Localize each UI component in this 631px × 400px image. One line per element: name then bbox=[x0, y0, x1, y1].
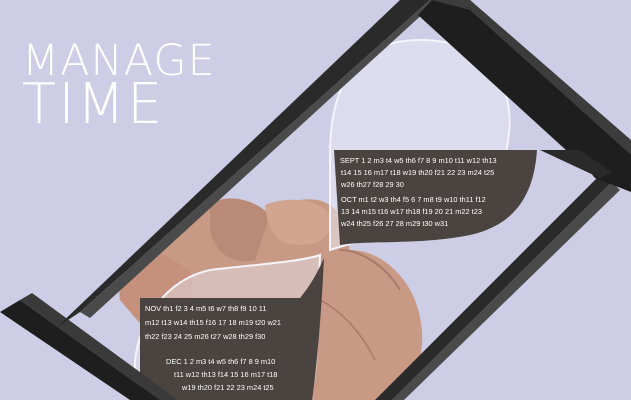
calendar-row: SEPT 1 2 m3 t4 w5 th6 f7 8 9 m10 t11 w12… bbox=[340, 156, 497, 165]
headline-time: TIME bbox=[22, 72, 165, 137]
calendar-row: NOV th1 f2 3 4 m5 t6 w7 th8 f9 10 11 bbox=[145, 304, 267, 313]
calendar-row: w19 th20 f21 22 23 m24 t25 bbox=[182, 383, 274, 392]
calendar-row: w24 th25 f26 27 28 m29 t30 w31 bbox=[341, 219, 449, 228]
calendar-row: t11 w12 th13 f14 15 16 m17 t18 bbox=[174, 370, 278, 379]
calendar-row: DEC 1 2 m3 t4 w5 th6 f7 8 9 m10 bbox=[166, 357, 276, 366]
calendar-row: 13 14 m15 t16 w17 th18 f19 20 21 m22 t23 bbox=[341, 207, 482, 216]
calendar-row: OCT m1 t2 w3 th4 f5 6 7 m8 t9 w10 th11 f… bbox=[341, 195, 486, 204]
calendar-row: m12 t13 w14 th15 f16 17 18 m19 t20 w21 bbox=[145, 318, 281, 327]
calendar-row: w26 th27 f28 29 30 bbox=[341, 180, 404, 189]
calendar-row: th22 f23 24 25 m26 t27 w28 th29 f30 bbox=[145, 332, 266, 341]
calendar-row: t14 15 16 m17 t18 w19 th20 f21 22 23 m24… bbox=[341, 168, 495, 177]
